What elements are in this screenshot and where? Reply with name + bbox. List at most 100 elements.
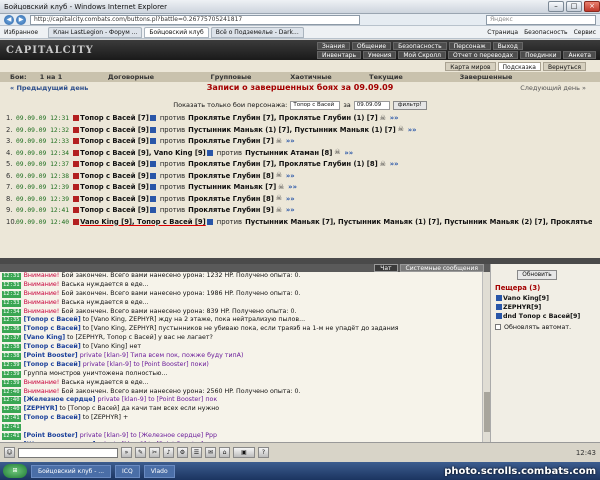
fight-side-a[interactable]: Топор с Васей [9] <box>80 137 149 145</box>
chat-author[interactable]: [Топор с Васей] <box>24 325 81 332</box>
browser-tab[interactable]: Всё о Подземелье - Dark... <box>210 26 304 38</box>
tool-icon[interactable]: ✎ <box>135 447 146 458</box>
fight-side-b[interactable]: Проклятье Глубин [9] <box>188 206 274 214</box>
fight-side-a[interactable]: Топор с Васей [9] <box>80 206 149 214</box>
chat-author[interactable]: Внимание! <box>24 290 60 297</box>
battle-type-tab[interactable]: 1 на 1 <box>26 73 76 81</box>
battle-log-link[interactable]: »» <box>286 195 295 203</box>
chat-author[interactable]: [Топор с Васей] <box>24 361 81 368</box>
fight-time[interactable]: 09.09.09 12:34 <box>16 150 69 157</box>
forward-icon[interactable]: ▶ <box>16 14 26 25</box>
taskbar-item[interactable]: ICQ <box>115 464 140 478</box>
tool-icon[interactable]: ✉ <box>205 447 216 458</box>
chat-time[interactable]: 12:39 <box>2 379 21 387</box>
browser-tab-active[interactable]: Бойцовский клуб <box>144 26 209 38</box>
fight-time[interactable]: 09.09.09 12:40 <box>16 219 69 226</box>
chat-author[interactable]: Внимание! <box>24 272 60 279</box>
battle-log-link[interactable]: »» <box>286 206 295 214</box>
fight-side-a[interactable]: Топор с Васей [9] <box>80 126 149 134</box>
battle-type-tab[interactable]: Договорные <box>76 73 186 81</box>
character-input[interactable]: Топор с Васей <box>290 100 341 110</box>
fight-side-b[interactable]: Проклятье Глубин [7], Проклятье Глубин (… <box>188 114 378 122</box>
chat-time[interactable]: 12:35 <box>2 317 21 325</box>
battle-type-tab[interactable]: Групповые <box>186 73 276 81</box>
battle-type-tab[interactable]: Завершенные <box>426 73 546 81</box>
checkbox-icon[interactable] <box>495 324 501 330</box>
fight-time[interactable]: 09.09.09 12:39 <box>16 196 69 203</box>
browser-tab[interactable]: Клан LastLegion - Форум ... <box>48 26 143 38</box>
fight-time[interactable]: 09.09.09 12:33 <box>16 138 69 145</box>
search-input[interactable]: Яндекс <box>486 14 596 25</box>
fight-time[interactable]: 09.09.09 12:31 <box>16 115 69 122</box>
chat-time[interactable]: 12:40 <box>2 397 21 405</box>
game-menu-item[interactable]: Поединки <box>520 50 562 59</box>
fight-side-b[interactable]: Проклятье Глубин [7], Проклятье Глубин (… <box>188 160 378 168</box>
chat-time[interactable]: 12:40 <box>2 388 21 396</box>
chat-time[interactable]: 12:32 <box>2 290 21 298</box>
fight-side-a[interactable]: Топор с Васей [9] <box>80 160 149 168</box>
chat-time[interactable]: 12:39 <box>2 361 21 369</box>
chat-author[interactable]: [Point Booster] <box>24 432 78 439</box>
chat-scrollbar[interactable] <box>482 272 490 442</box>
battle-log-link[interactable]: »» <box>390 160 399 168</box>
chat-author[interactable]: [Топор с Васей] <box>24 343 81 350</box>
subtab[interactable]: Вернуться <box>542 62 586 71</box>
room-user[interactable]: Vano King[9] <box>495 295 549 302</box>
game-menu-item[interactable]: Мой Скролл <box>398 50 446 59</box>
close-icon[interactable]: × <box>584 1 600 12</box>
info-icon[interactable] <box>149 184 156 190</box>
fight-time[interactable]: 09.09.09 12:38 <box>16 173 69 180</box>
tool-icon[interactable]: ✂ <box>149 447 160 458</box>
info-icon[interactable] <box>149 207 156 213</box>
info-icon[interactable] <box>149 195 156 202</box>
game-menu-item[interactable]: Анкета <box>563 50 596 59</box>
fight-side-a[interactable]: Топор с Васей [9] <box>80 172 149 180</box>
room-user[interactable]: dnd Топор с Васей[9] <box>495 313 580 320</box>
battle-type-tab[interactable]: Хаотичные <box>276 73 346 81</box>
battle-log-link[interactable]: »» <box>344 149 353 157</box>
chat-author[interactable]: [Железное сердце] <box>24 396 96 403</box>
chat-author[interactable]: Внимание! <box>24 281 60 288</box>
fight-time[interactable]: 09.09.09 12:37 <box>16 161 69 168</box>
game-menu-item[interactable]: Безопасность <box>393 41 447 50</box>
fight-side-b[interactable]: Проклятье Глубин [8] <box>188 195 274 203</box>
chat-time[interactable]: 12:38 <box>2 344 21 352</box>
chat-author[interactable]: Внимание! <box>24 379 60 386</box>
info-icon[interactable] <box>149 161 156 167</box>
chat-author[interactable]: [ZEPHYR] <box>24 405 58 412</box>
fight-time[interactable]: 09.09.09 12:39 <box>16 184 69 191</box>
game-menu-item[interactable]: Общение <box>351 41 392 50</box>
chat-time[interactable]: 12:31 <box>2 273 21 280</box>
fight-side-a[interactable]: Топор с Васей [7] <box>80 114 149 122</box>
fight-side-b[interactable]: Пустынник Маньяк (1) [7], Пустынник Мань… <box>188 126 396 134</box>
game-menu-item[interactable]: Знания <box>316 41 350 50</box>
chat-input[interactable] <box>18 447 118 458</box>
address-input[interactable]: http://capitalcity.combats.com/buttons.p… <box>30 14 360 25</box>
minimize-icon[interactable]: – <box>548 1 564 12</box>
chat-tab[interactable]: Системные сообщения <box>399 264 484 272</box>
chat-tab[interactable]: Чат <box>374 264 398 272</box>
page-menu[interactable]: Страница <box>487 29 518 36</box>
favorites-button[interactable]: Избранное <box>4 29 38 36</box>
info-icon[interactable] <box>149 126 156 133</box>
chat-time[interactable]: 12:31 <box>2 281 21 289</box>
chat-time[interactable]: 12:34 <box>2 308 21 316</box>
fight-side-b[interactable]: Проклятье Глубин [7] <box>188 137 274 145</box>
chat-author[interactable]: Внимание! <box>24 299 60 306</box>
subtab[interactable]: Подсказка <box>497 62 541 71</box>
chat-time[interactable]: 12:41 <box>2 415 21 423</box>
maximize-icon[interactable]: □ <box>566 1 582 12</box>
tools-menu[interactable]: Сервис <box>574 29 596 36</box>
send-icon[interactable]: » <box>121 447 132 458</box>
chat-time[interactable]: 12:33 <box>2 299 21 307</box>
info-icon[interactable] <box>149 115 156 121</box>
fight-side-b[interactable]: Пустынник Маньяк [7], Пустынник Маньяк (… <box>245 218 592 226</box>
chat-time[interactable]: 12:40 <box>2 406 21 414</box>
chat-author[interactable]: Внимание! <box>24 308 60 315</box>
refresh-button[interactable]: Обновить <box>517 270 557 280</box>
info-icon[interactable] <box>206 218 213 225</box>
fight-side-a[interactable]: Vano King [9], Топор с Васей [9] <box>80 218 206 226</box>
fight-side-b[interactable]: Пустынник Атаман [8] <box>245 149 332 157</box>
tool-icon[interactable]: ⌂ <box>219 447 230 458</box>
date-input[interactable]: 09.09.09 <box>353 100 390 110</box>
